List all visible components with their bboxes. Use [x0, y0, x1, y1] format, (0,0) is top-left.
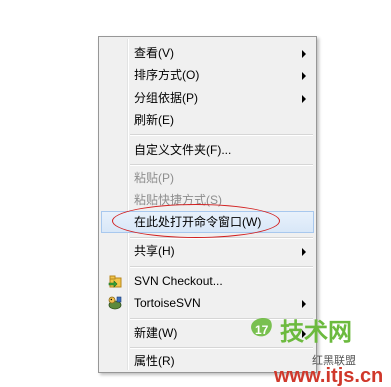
menu-item-label: 自定义文件夹(F)...	[134, 143, 232, 157]
menu-item-label: 新建(W)	[134, 326, 178, 340]
menu-item-label: 查看(V)	[134, 46, 174, 60]
menu-item-paste[interactable]: 粘贴(P)	[101, 167, 314, 189]
menu-separator	[130, 266, 313, 268]
menu-separator	[130, 164, 313, 166]
menu-item-view[interactable]: 查看(V)	[101, 42, 314, 64]
menu-item-sort-by[interactable]: 排序方式(O)	[101, 64, 314, 86]
menu-item-label: 分组依据(P)	[134, 91, 198, 105]
menu-item-label: 共享(H)	[134, 244, 175, 258]
menu-item-customize-folder[interactable]: 自定义文件夹(F)...	[101, 139, 314, 161]
menu-item-svn-checkout[interactable]: SVN Checkout...	[101, 270, 314, 292]
submenu-arrow-icon	[302, 300, 306, 308]
menu-item-label: 粘贴(P)	[134, 171, 174, 185]
submenu-arrow-icon	[302, 95, 306, 103]
svn-checkout-icon	[108, 275, 122, 288]
menu-item-label: 刷新(E)	[134, 113, 174, 127]
menu-separator	[130, 237, 313, 239]
submenu-arrow-icon	[302, 248, 306, 256]
menu-separator	[130, 134, 313, 136]
leaf-icon: 17	[251, 317, 272, 337]
submenu-arrow-icon	[302, 72, 306, 80]
menu-item-refresh[interactable]: 刷新(E)	[101, 109, 314, 131]
menu-item-tortoisesvn[interactable]: TortoiseSVN	[101, 292, 314, 314]
menu-item-share[interactable]: 共享(H)	[101, 240, 314, 262]
menu-item-group-by[interactable]: 分组依据(P)	[101, 87, 314, 109]
tortoisesvn-icon	[108, 296, 122, 310]
submenu-arrow-icon	[302, 50, 306, 58]
svg-text:17: 17	[255, 323, 269, 337]
red-annotation-ellipse	[112, 204, 280, 238]
menu-item-label: 属性(R)	[134, 354, 175, 368]
menu-item-label: TortoiseSVN	[134, 296, 201, 310]
menu-item-label: 排序方式(O)	[134, 68, 200, 82]
menu-item-label: SVN Checkout...	[134, 274, 223, 288]
svg-text:技术网: 技术网	[280, 318, 352, 346]
site-watermark-logo: 17 技术网 红黑联盟 www.itjs.cn	[251, 317, 383, 387]
svg-text:www.itjs.cn: www.itjs.cn	[273, 365, 383, 387]
